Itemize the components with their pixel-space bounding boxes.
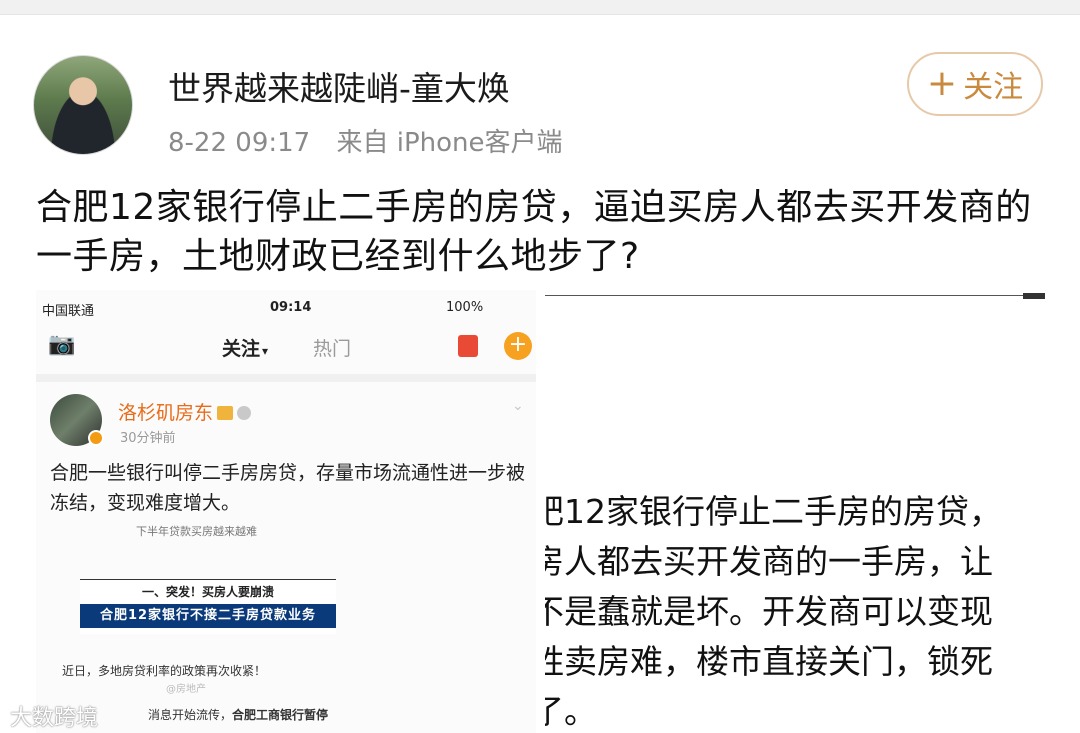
- post-text: 合肥12家银行停止二手房的房贷，逼迫买房人都去买开发商的一手房，土地财政已经到什…: [36, 187, 1032, 277]
- card-heading: 一、突发！买房人要崩溃: [141, 585, 274, 599]
- camera-icon: 📷: [48, 332, 76, 357]
- cropped-line: 姓卖房难，楼市直接关门，锁死: [545, 642, 993, 681]
- follow-label: 关注: [963, 70, 1024, 105]
- embedded-screenshot-right: 肥12家银行停止二手房的房贷， 房人都去买开发商的一手房，让 不是蠢就是坏。开发…: [545, 292, 1045, 733]
- article-line-2: 消息开始流传，合肥工商银行暂停: [148, 708, 329, 722]
- avatar[interactable]: [33, 55, 133, 155]
- tab-follow: 关注: [222, 334, 268, 361]
- status-carrier: 中国联通: [42, 304, 95, 319]
- username[interactable]: 世界越来越陡峭-童大焕: [168, 62, 510, 110]
- top-divider: [0, 0, 1080, 15]
- divider: [545, 295, 1025, 296]
- plus-circle-icon: +: [504, 332, 532, 360]
- cropped-line: 肥12家银行停止二手房的房贷，: [545, 492, 1002, 531]
- news-card: 一、突发！买房人要崩溃 合肥12家银行不接二手房贷款业务: [80, 579, 336, 634]
- redpacket-icon: [458, 335, 478, 357]
- article-line: 近日，多地房贷利率的政策再次收紧！: [62, 664, 267, 678]
- post-source: 来自 iPhone客户端: [336, 128, 563, 158]
- cropped-line: 了。: [545, 692, 597, 731]
- verified-badge-icon: [88, 430, 104, 446]
- status-time: 09:14: [270, 300, 312, 315]
- follow-button[interactable]: + 关注: [907, 52, 1043, 116]
- crop-edge: [1023, 293, 1045, 299]
- embedded-post-text: 合肥一些银行叫停二手房房贷，存量市场流通性进一步被冻结，变现难度增大。: [50, 462, 526, 514]
- vip-icon: [217, 406, 234, 420]
- divider: [36, 374, 536, 382]
- card-banner: 合肥12家银行不接二手房贷款业务: [80, 604, 336, 628]
- plus-icon: +: [926, 63, 958, 104]
- cropped-text: 肥12家银行停止二手房的房贷， 房人都去买开发商的一手房，让 不是蠢就是坏。开发…: [545, 487, 1045, 733]
- post-meta: 8-22 09:17 来自 iPhone客户端: [168, 122, 563, 159]
- status-battery: 100%: [446, 300, 484, 315]
- embedded-screenshot-left: 中国联通 09:14 100% 📷 关注 热门 + 洛杉矶房东 30分钟前 ⌄ …: [36, 290, 536, 733]
- crown-icon: [237, 406, 252, 420]
- app-nav: 📷 关注 热门 +: [36, 322, 536, 370]
- chevron-down-icon: ⌄: [512, 398, 524, 414]
- poster-time: 30分钟前: [120, 431, 176, 446]
- tab-hot: 热门: [313, 338, 352, 360]
- post-time: 8-22 09:17: [168, 128, 311, 158]
- image-caption: 下半年贷款买房越来越难: [136, 525, 257, 538]
- article-mention: @房地产: [166, 684, 206, 695]
- cropped-line: 房人都去买开发商的一手房，让: [545, 542, 993, 581]
- watermark: 大数跨境: [10, 706, 99, 731]
- poster-name: 洛杉矶房东: [118, 398, 252, 425]
- cropped-line: 不是蠢就是坏。开发商可以变现: [545, 592, 993, 631]
